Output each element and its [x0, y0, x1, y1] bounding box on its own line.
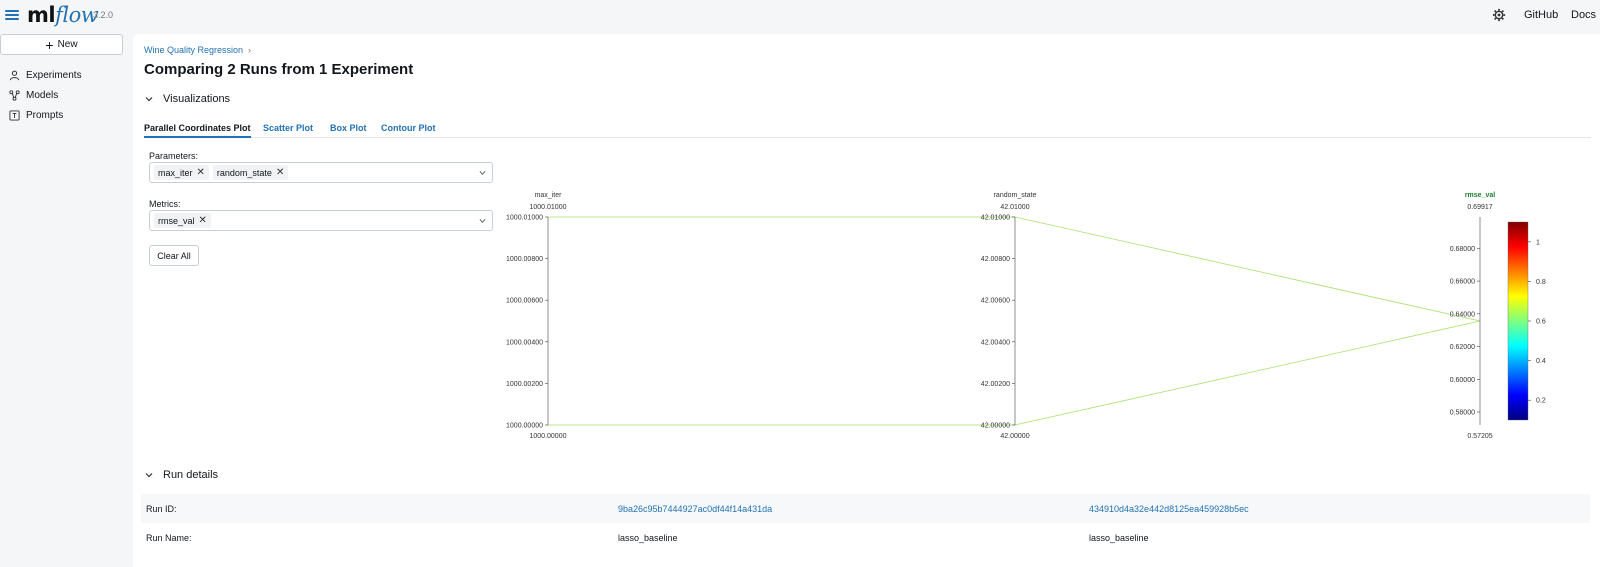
new-button[interactable]: + New	[0, 34, 123, 55]
section-title: Visualizations	[163, 93, 231, 105]
run-id-link[interactable]: 434910d4a32e442d8125ea459928b5ec	[1089, 504, 1249, 514]
page-title: Comparing 2 Runs from 1 Experiment	[144, 61, 414, 78]
tick-label: 42.00400	[981, 339, 1010, 346]
main-panel: Wine Quality Regression › Comparing 2 Run…	[133, 34, 1600, 567]
chevron-down-icon	[479, 218, 486, 223]
breadcrumb-experiment[interactable]: Wine Quality Regression	[144, 45, 243, 55]
run-name-row: Run Name: lasso_baseline lasso_baseline	[141, 523, 1590, 552]
close-icon[interactable]: ✕	[197, 167, 205, 178]
run-details-section-toggle[interactable]: Run details	[144, 469, 218, 481]
colorbar-label: 0.8	[1536, 279, 1546, 286]
run-line	[548, 216, 1481, 322]
tick-label: 1000.00200	[506, 381, 543, 388]
tab-parallel-coordinates[interactable]: Parallel Coordinates Plot	[144, 123, 251, 138]
breadcrumb[interactable]: Wine Quality Regression ›	[144, 45, 251, 55]
run-id-link[interactable]: 9ba26c95b7444927ac0df44f14a431da	[618, 504, 772, 514]
tick-label: 42.00800	[981, 256, 1010, 263]
sidebar-item-prompts[interactable]: Prompts	[9, 106, 63, 124]
axis-bottom-label: 0.57205	[1467, 433, 1492, 440]
tick-label: 1000.00400	[506, 339, 543, 346]
metrics-label: Metrics:	[149, 199, 181, 209]
tick-label: 0.66000	[1450, 279, 1475, 286]
parameter-chip: max_iter ✕	[154, 165, 209, 180]
sidebar-item-experiments[interactable]: Experiments	[9, 66, 82, 84]
tick-label: 1000.00800	[506, 256, 543, 263]
tab-box-plot[interactable]: Box Plot	[330, 123, 367, 138]
tick-label: 0.64000	[1450, 311, 1475, 318]
metric-chip: rmse_val ✕	[154, 213, 211, 228]
parameter-chip: random_state ✕	[212, 165, 289, 180]
parameters-select[interactable]: max_iter ✕ random_state ✕	[149, 162, 493, 183]
version-label: 3.2.0	[93, 10, 114, 20]
tick-label: 0.60000	[1450, 377, 1475, 384]
axis-title: rmse_val	[1465, 192, 1495, 199]
axis-title: max_iter	[535, 192, 563, 199]
sidebar-item-label: Prompts	[26, 109, 64, 121]
tick-label: 42.00600	[981, 298, 1010, 305]
tick-label: 1000.01000	[506, 215, 543, 222]
tick-label: 42.00000	[981, 423, 1010, 430]
run-name-value: lasso_baseline	[618, 532, 678, 543]
visualization-tabs: Parallel Coordinates Plot Scatter Plot B…	[144, 123, 1591, 138]
chevron-down-icon	[145, 97, 153, 102]
mlflow-logo[interactable]: mlflow	[27, 3, 99, 27]
colorbar-label: 0.2	[1536, 398, 1546, 405]
visualizations-section-toggle[interactable]: Visualizations	[144, 93, 230, 105]
prompt-icon	[9, 109, 20, 121]
chevron-right-icon: ›	[248, 45, 252, 55]
tick-label: 0.62000	[1450, 344, 1475, 351]
row-key: Run Name:	[146, 532, 192, 543]
close-icon[interactable]: ✕	[276, 167, 284, 178]
plus-icon: +	[45, 36, 54, 53]
close-icon[interactable]: ✕	[199, 215, 207, 226]
chevron-down-icon	[479, 170, 486, 175]
axis-bottom-label: 1000.00000	[530, 433, 567, 440]
sidebar-item-label: Experiments	[26, 69, 82, 81]
chevron-down-icon	[145, 473, 153, 478]
tick-label: 0.68000	[1450, 246, 1475, 253]
sidebar-item-models[interactable]: Models	[9, 86, 58, 104]
axis-bottom-label: 42.00000	[1000, 433, 1029, 440]
axis-top-label: 1000.01000	[530, 204, 567, 211]
colorbar-label: 0.4	[1536, 358, 1546, 365]
top-bar: mlflow 3.2.0 GitHub Docs	[0, 0, 1600, 32]
tick-label: 42.01000	[981, 215, 1010, 222]
docs-link[interactable]: Docs	[1571, 9, 1596, 21]
metrics-select[interactable]: rmse_val ✕	[149, 210, 493, 231]
new-button-label: New	[57, 39, 78, 50]
row-key: Run ID:	[146, 503, 177, 514]
colorbar	[1507, 221, 1529, 421]
github-link[interactable]: GitHub	[1524, 9, 1558, 21]
section-title: Run details	[163, 469, 219, 481]
tick-label: 1000.00000	[506, 423, 543, 430]
run-name-value: lasso_baseline	[1089, 532, 1149, 543]
tab-contour-plot[interactable]: Contour Plot	[381, 123, 436, 138]
colorbar-label: 0.6	[1536, 319, 1546, 326]
parallel-coordinates-plot[interactable]: max_iter1000.010001000.000001000.0100010…	[503, 146, 1563, 446]
axis-top-label: 42.01000	[1000, 204, 1029, 211]
colorbar-label: 1	[1536, 239, 1540, 246]
axis-title: random_state	[994, 192, 1037, 199]
menu-icon[interactable]	[5, 8, 19, 22]
tick-label: 1000.00600	[506, 298, 543, 305]
axis-top-label: 0.69917	[1467, 204, 1492, 211]
user-icon	[9, 70, 20, 80]
tick-label: 42.00200	[981, 381, 1010, 388]
run-id-row: Run ID: 9ba26c95b7444927ac0df44f14a431da…	[141, 494, 1590, 523]
tab-scatter-plot[interactable]: Scatter Plot	[263, 123, 313, 138]
run-line	[548, 320, 1481, 426]
models-icon	[9, 89, 20, 101]
parameters-label: Parameters:	[149, 151, 199, 161]
tick-label: 0.58000	[1450, 409, 1475, 416]
sidebar-item-label: Models	[26, 89, 59, 101]
clear-all-button[interactable]: Clear All	[149, 245, 199, 266]
gear-icon[interactable]	[1492, 8, 1506, 22]
